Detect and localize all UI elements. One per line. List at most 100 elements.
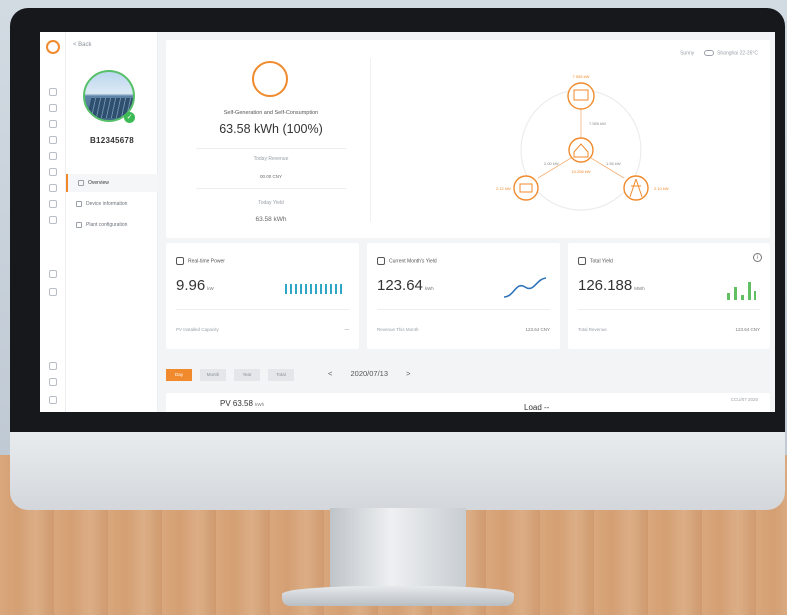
pv-summary-unit: kWh (255, 402, 265, 407)
current-date[interactable]: 2020/07/13 (350, 369, 388, 378)
wave-line (503, 277, 547, 298)
plant-configuration-icon (76, 222, 82, 228)
tab-year[interactable]: Year (234, 369, 260, 381)
lock-icon[interactable] (49, 270, 57, 278)
user-icon[interactable] (49, 216, 57, 224)
stat-foot-value: — (344, 327, 350, 332)
menu-item-label: Plant configuration (86, 222, 128, 228)
pv-value-label: 7.555 kW (573, 74, 590, 79)
column (754, 291, 756, 300)
stat-unit: kWh (424, 286, 434, 291)
stat-unit: kW (207, 286, 214, 291)
tab-month[interactable]: Month (200, 369, 226, 381)
stat-foot-value: 123.64 CNY (735, 327, 760, 332)
vertical-divider (370, 58, 371, 222)
stat-title: Total Yield (578, 257, 613, 265)
plant-nav-panel: < Back ✓ B12345678 Overview Device infor… (66, 32, 158, 412)
pv-summary-value: PV 63.58 (220, 399, 253, 408)
stat-unit: MWh (634, 286, 645, 291)
pv-home-flow-label: 7.555 kW (589, 121, 606, 126)
help-icon[interactable] (49, 288, 57, 296)
monitor-stand-foot (282, 586, 514, 606)
menu-item-plant-configuration[interactable]: Plant configuration (66, 216, 158, 234)
grid-icon[interactable] (49, 184, 57, 192)
self-consumption-ring (252, 61, 288, 97)
device-icon[interactable] (49, 120, 57, 128)
weather-temperature: 22-26°C (739, 50, 758, 57)
factory-icon (578, 257, 586, 265)
energy-flow-diagram: 7.555 kW 7.555 kW 2.00 kW 1.55 kW 10.256… (496, 74, 669, 211)
menu-item-device-information[interactable]: Device information (66, 195, 158, 213)
load-summary: Load -- (524, 403, 550, 412)
back-link[interactable]: < Back (73, 42, 92, 48)
stat-value-number: 123.64 (377, 277, 423, 294)
spark-bar (325, 284, 327, 294)
total-yield-columns (727, 282, 756, 300)
settings-icon[interactable] (49, 362, 57, 370)
home-node-icon (568, 137, 594, 163)
grid-value-label: 2.10 kW (654, 186, 669, 191)
chart-date-stamp: CCU/07 2020 (730, 397, 758, 402)
language-icon[interactable] (49, 378, 57, 386)
menu-item-label: Device information (86, 201, 128, 207)
home-icon[interactable] (49, 88, 57, 96)
today-revenue-label: Today Revenue (253, 156, 289, 162)
battery-value-label: 2.12 kW (496, 186, 511, 191)
spark-bar (315, 284, 317, 294)
home-value-label: 10.256 kW (571, 169, 590, 174)
weather-location: Shanghai (717, 50, 739, 57)
spark-bar (290, 284, 292, 294)
energy-flow-card: Self-Generation and Self-Consumption 63.… (166, 40, 770, 238)
today-yield-label: Today Yield (258, 200, 284, 206)
stat-title: Real-time Power (176, 257, 225, 265)
pv-summary: PV 63.58 kWh (220, 399, 264, 408)
info-icon[interactable]: i (753, 253, 762, 262)
pv-node-icon (567, 82, 595, 110)
monitor-stand-neck (330, 508, 466, 590)
spark-bar (320, 284, 322, 294)
calendar-icon (377, 257, 385, 265)
spark-bar (310, 284, 312, 294)
list-icon[interactable] (49, 168, 57, 176)
online-check-icon: ✓ (124, 112, 135, 123)
monitor-chin (10, 432, 785, 510)
overview-icon (78, 180, 84, 186)
stat-value-number: 126.188 (578, 277, 633, 294)
stat-title-text: Total Yield (590, 258, 613, 265)
stat-value: 9.96 kW (176, 277, 214, 294)
stat-foot-label: Total Revenue (578, 327, 607, 332)
spark-bar (335, 284, 337, 294)
divider (196, 148, 346, 149)
alarm-icon[interactable] (49, 104, 57, 112)
battery-flow-label: 2.00 kW (544, 161, 559, 166)
stat-value: 126.188 MWh (578, 277, 645, 294)
month-yield-wave (503, 277, 547, 298)
battery-node-icon (513, 175, 539, 201)
prev-date-button[interactable]: < (328, 369, 332, 378)
chart-icon[interactable] (49, 152, 57, 160)
divider (176, 309, 349, 310)
column (741, 295, 744, 300)
tool-icon[interactable] (49, 200, 57, 208)
stat-card-realtime-power: Real-time Power 9.96 kW PV Installed Capa… (166, 243, 359, 349)
energy-chart-card: PV 63.58 kWh Load -- CCU/07 2020 (166, 393, 770, 412)
next-date-button[interactable]: > (406, 369, 410, 378)
report-icon[interactable] (49, 136, 57, 144)
stat-foot-label: Revenue This Month (377, 327, 419, 332)
stat-title-text: Current Month's Yield (389, 258, 437, 265)
realtime-power-sparkbars (285, 284, 342, 294)
menu-item-overview[interactable]: Overview (66, 174, 158, 192)
tab-total[interactable]: Total (268, 369, 294, 381)
sun-logo-icon[interactable] (46, 40, 60, 54)
spark-bar (295, 284, 297, 294)
device-information-icon (76, 201, 82, 207)
spark-bar (305, 284, 307, 294)
generation-label: Self-Generation and Self-Consumption (223, 110, 319, 116)
stat-value-number: 9.96 (176, 277, 206, 294)
tab-day[interactable]: Day (166, 369, 192, 381)
logout-icon[interactable] (49, 396, 57, 404)
stat-card-month-yield: Current Month's Yield 123.64 kWh Revenue … (367, 243, 560, 349)
stat-value: 123.64 kWh (377, 277, 434, 294)
today-revenue-value: 00.00 CNY (259, 174, 282, 179)
stat-title-text: Real-time Power (188, 258, 225, 265)
